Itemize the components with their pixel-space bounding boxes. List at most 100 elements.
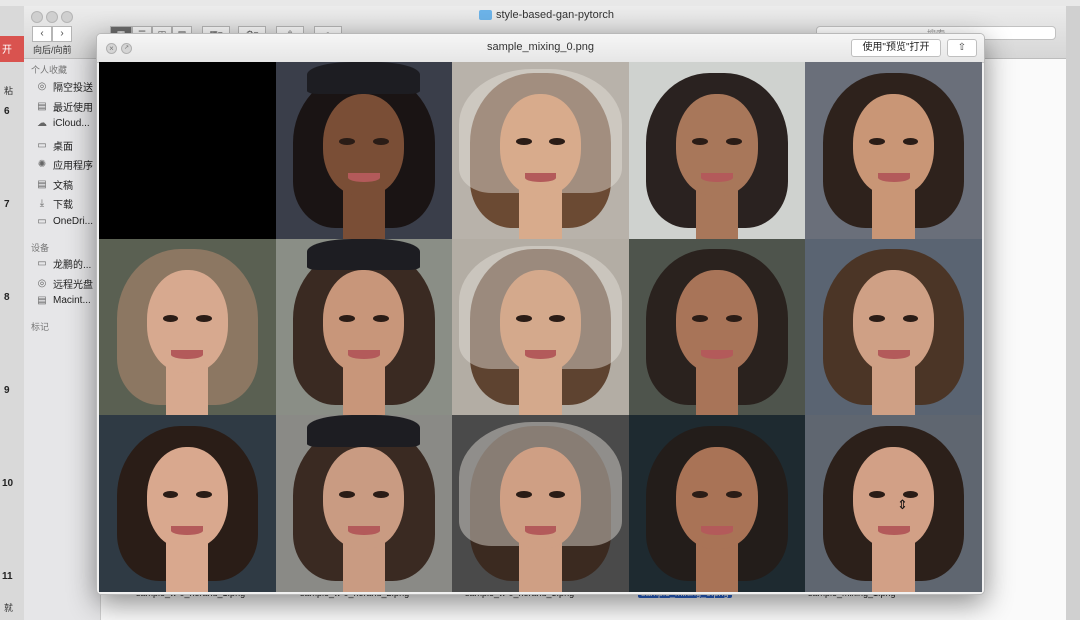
right-eye [725, 314, 742, 322]
neck-shape [519, 189, 562, 239]
recents-icon: ▤ [37, 101, 47, 112]
bottom-text: 就 [4, 603, 14, 613]
open-with-preview-button[interactable]: 使用"预览"打开 [851, 39, 941, 57]
sidebar-item-label: 下载 [53, 200, 73, 211]
row-number: 8 [4, 292, 10, 303]
sidebar-item-onedrive[interactable]: ▭ OneDri... [36, 216, 93, 227]
hat-shape [307, 238, 421, 271]
face-tile [805, 415, 982, 592]
mouth-shape [347, 173, 380, 183]
face-tile [628, 62, 806, 239]
face-tile [805, 238, 982, 416]
row-number: 6 [4, 106, 10, 117]
left-eye [868, 314, 885, 322]
left-eye [515, 137, 532, 145]
right-eye [725, 137, 742, 145]
minimize-window-button[interactable] [46, 11, 58, 23]
airdrop-icon: ◎ [37, 81, 47, 92]
sidebar-item-label: 隔空投送 [53, 83, 93, 94]
face-tile [275, 415, 453, 592]
zoom-window-button[interactable] [61, 11, 73, 23]
neck-shape [166, 542, 209, 592]
cloud-icon: ☁ [37, 118, 47, 129]
computer-icon: ▭ [37, 258, 47, 269]
tags-header: 标记 [31, 322, 50, 332]
neck-shape [695, 189, 739, 239]
sidebar-item-label: 桌面 [53, 142, 73, 153]
face-tile [99, 415, 276, 592]
sidebar-item-label: 龙鹏的... [53, 260, 92, 271]
background-app-tab-text: 开 [2, 45, 12, 56]
mouth-shape [701, 349, 733, 359]
sidebar-item-label: 应用程序 [53, 161, 93, 172]
quicklook-titlebar: × ↗ sample_mixing_0.png 使用"预览"打开 ⇧ [97, 34, 984, 63]
image-grid [99, 62, 982, 592]
face-tile [628, 238, 806, 416]
neck-shape [519, 542, 562, 592]
sidebar-item-downloads[interactable]: ⤓ 下载 [36, 196, 73, 211]
right-eye [372, 314, 389, 322]
sidebar-item-desktop[interactable]: ▭ 桌面 [36, 138, 73, 153]
face-tile [805, 62, 982, 239]
sidebar-item-label: 远程光盘 [53, 280, 93, 291]
favorites-header: 个人收藏 [31, 65, 68, 75]
mouth-shape [701, 173, 733, 183]
left-eye [162, 314, 179, 322]
mouth-shape [877, 173, 910, 183]
resize-cursor-icon: ⇕ [897, 497, 908, 512]
applications-icon: ✺ [37, 159, 47, 170]
face-tile [275, 62, 453, 239]
right-eye [902, 314, 919, 322]
left-eye [339, 314, 356, 322]
sidebar-item-icloud[interactable]: ☁ iCloud... [36, 118, 90, 129]
share-icon[interactable]: ⇧ [947, 39, 977, 57]
disc-icon: ◎ [37, 278, 47, 289]
sidebar-item-label: 最近使用 [53, 103, 93, 114]
sidebar-item-macintosh[interactable]: ▤ Macint... [36, 295, 91, 306]
left-eye [339, 137, 356, 145]
neck-shape [695, 365, 739, 416]
right-eye [372, 491, 389, 499]
close-window-button[interactable] [31, 11, 43, 23]
neck-shape [342, 542, 386, 592]
hat-shape [307, 62, 421, 94]
neck-shape [872, 542, 915, 592]
mouth-shape [524, 349, 557, 359]
sidebar-item-recents[interactable]: ▤ 最近使用 [36, 99, 93, 114]
face-tile [275, 238, 453, 416]
folder-title-text: style-based-gan-pytorch [496, 9, 615, 21]
nav-label: 向后/向前 [33, 45, 72, 55]
quicklook-window: × ↗ sample_mixing_0.png 使用"预览"打开 ⇧ [96, 33, 985, 595]
sidebar-item-label: Macint... [53, 295, 91, 306]
back-button[interactable]: ‹ [32, 26, 52, 42]
mouth-shape [171, 349, 204, 359]
nav-buttons: ‹ › [32, 26, 72, 42]
face-tile [628, 415, 806, 592]
sidebar-item-label: 文稿 [53, 181, 73, 192]
sidebar-item-computer[interactable]: ▭ 龙鹏的... [36, 256, 91, 271]
neck-shape [519, 365, 562, 416]
mouth-shape [877, 349, 910, 359]
left-eye [515, 491, 532, 499]
sidebar-item-documents[interactable]: ▤ 文稿 [36, 177, 73, 192]
background-right-strip [1066, 6, 1080, 620]
sidebar-item-airdrop[interactable]: ◎ 隔空投送 [36, 79, 93, 94]
neck-shape [342, 189, 386, 239]
face-tile [452, 415, 629, 592]
neck-shape [872, 365, 915, 416]
row-number: 7 [4, 199, 10, 210]
blank-tile [99, 62, 276, 239]
right-eye [372, 137, 389, 145]
sidebar-item-applications[interactable]: ✺ 应用程序 [36, 157, 93, 172]
right-eye [549, 314, 566, 322]
face-tile [452, 238, 629, 416]
neck-shape [166, 365, 209, 416]
disk-icon: ▤ [37, 295, 47, 306]
forward-button[interactable]: › [52, 26, 72, 42]
left-eye [868, 137, 885, 145]
neck-shape [342, 365, 386, 416]
finder-title: style-based-gan-pytorch [479, 9, 614, 21]
sidebar-item-remote-disc[interactable]: ◎ 远程光盘 [36, 276, 93, 291]
folder-icon: ▭ [37, 216, 47, 227]
folder-icon [479, 10, 492, 20]
